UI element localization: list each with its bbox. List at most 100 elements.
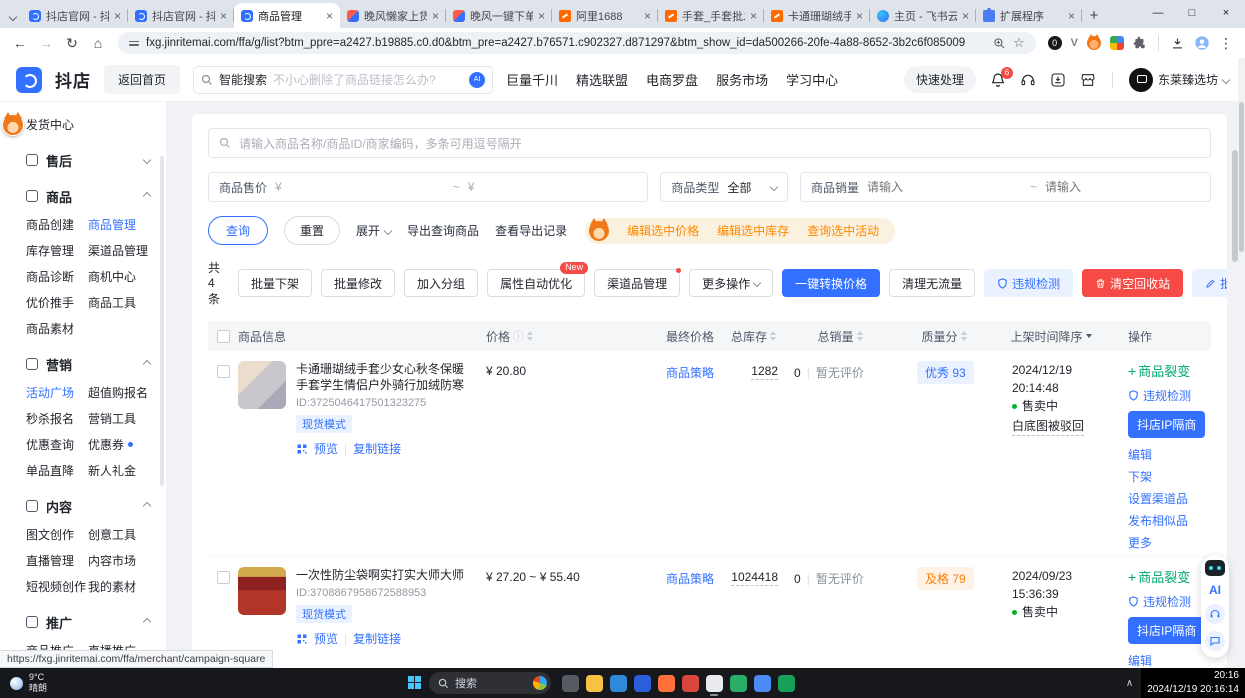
sidebar-item[interactable]: 优惠查询 (26, 436, 88, 453)
clock[interactable]: 20:16 2024/12/19 20:16:14 (1141, 668, 1245, 698)
reload-icon[interactable]: ↻ (60, 31, 84, 55)
smart-search-input[interactable]: 智能搜索 不小心删除了商品链接怎么办? AI (193, 66, 493, 94)
tab-search-chevron-icon[interactable] (9, 13, 17, 21)
tab-close-icon[interactable]: × (1068, 9, 1075, 23)
violation-check-button[interactable]: 违规检测 (984, 269, 1073, 297)
fox-extension-float-icon[interactable] (2, 114, 24, 136)
fox-action-link[interactable]: 编辑选中库存 (717, 222, 789, 239)
taskbar-app-chrome[interactable] (702, 669, 726, 697)
tab-close-icon[interactable]: × (644, 9, 651, 23)
sidebar-item[interactable]: 创意工具 (88, 526, 166, 543)
qr-code-icon[interactable] (296, 633, 308, 645)
product-fission-link[interactable]: +商品裂变 (1128, 567, 1211, 586)
sidebar-item[interactable]: 库存管理 (26, 242, 88, 259)
message-icon[interactable] (1205, 631, 1225, 651)
empty-recycle-button[interactable]: 清空回收站 (1082, 269, 1183, 297)
violation-check-link[interactable]: 违规检测 (1128, 593, 1211, 610)
price-min-input[interactable] (290, 180, 445, 194)
stock-value[interactable]: 1282 (751, 364, 778, 380)
operation-link[interactable]: 编辑 (1128, 446, 1211, 463)
sidebar-item[interactable]: 营销工具 (88, 410, 166, 427)
product-fission-link[interactable]: +商品裂变 (1128, 361, 1211, 380)
ai-badge-icon[interactable]: AI (469, 72, 485, 88)
batch-modify-button[interactable]: 批量修改 (321, 269, 395, 297)
taskbar-app-task-view[interactable] (558, 669, 582, 697)
sidebar-item[interactable]: 商品管理 (88, 216, 166, 233)
product-type-filter[interactable]: 商品类型 全部 (660, 172, 788, 202)
tray-caret-icon[interactable]: ∧ (1126, 678, 1133, 689)
headset-icon[interactable] (1020, 72, 1036, 88)
batch-offshelf-button[interactable]: 批量下架 (238, 269, 312, 297)
close-button[interactable]: × (1209, 0, 1243, 26)
header-nav-item[interactable]: 学习中心 (786, 70, 838, 89)
sidebar-item[interactable]: 渠道品管理 (88, 242, 166, 259)
operation-link[interactable]: 发布相似品 (1128, 512, 1211, 529)
profile-icon[interactable] (1194, 35, 1210, 51)
site-info-icon[interactable] (129, 41, 139, 46)
back-icon[interactable]: ← (8, 31, 32, 55)
expand-toggle[interactable]: 展开 (356, 222, 391, 239)
taskbar-app-app-blue[interactable] (630, 669, 654, 697)
browser-tab[interactable]: 卡通珊瑚绒手套少× (764, 3, 870, 28)
sidebar-item[interactable]: 商品素材 (26, 320, 88, 337)
store-icon[interactable] (1080, 72, 1096, 88)
headset-icon[interactable] (1205, 604, 1225, 624)
sidebar-item[interactable]: 商机中心 (88, 268, 166, 285)
product-title[interactable]: 卡通珊瑚绒手套少女心秋冬保暖手套学生情侣户外骑行加绒防寒手套 (296, 361, 474, 393)
minimize-button[interactable]: — (1141, 0, 1175, 26)
fox-action-link[interactable]: 查询选中活动 (807, 222, 879, 239)
extensions-puzzle-icon[interactable] (1133, 36, 1147, 50)
sidebar-item[interactable]: 优价推手 (26, 294, 88, 311)
tab-close-icon[interactable]: × (856, 9, 863, 23)
ip-merchant-button[interactable]: 抖店IP隔商 (1128, 617, 1205, 644)
taskbar-app-finance-green[interactable] (774, 669, 798, 697)
tab-close-icon[interactable]: × (432, 9, 439, 23)
export-log-link[interactable]: 查看导出记录 (495, 222, 567, 239)
sidebar-item-delivery-center[interactable]: 发货中心 (0, 110, 166, 135)
v-ext-icon[interactable]: V (1071, 37, 1078, 49)
taskbar-weather[interactable]: 9°C晴朗 (0, 672, 57, 694)
forward-icon[interactable]: → (34, 31, 58, 55)
browser-tab[interactable]: 扩展程序× (976, 3, 1082, 28)
copy-link[interactable]: 复制链接 (353, 630, 401, 647)
sidebar-item[interactable]: 商品工具 (88, 294, 166, 311)
chevron-down-icon[interactable] (143, 156, 151, 164)
taskbar-search[interactable]: 搜索 (429, 672, 551, 694)
info-icon[interactable]: ⓘ (513, 328, 524, 344)
window-scrollbar[interactable] (1238, 58, 1245, 668)
product-title[interactable]: 一次性防尘袋啊实打实大师大师 (296, 567, 474, 583)
sidebar-group-header[interactable]: 售后 (0, 149, 166, 171)
sidebar-group-header[interactable]: 商品 (0, 185, 166, 207)
taskbar-app-wechat[interactable] (726, 669, 750, 697)
qr-code-icon[interactable] (296, 443, 308, 455)
browser-tab[interactable]: 晚风懒家上货× (340, 3, 446, 28)
page-zoom-icon[interactable] (993, 37, 1006, 50)
windows-start-icon[interactable] (408, 676, 422, 690)
reset-button[interactable]: 重置 (284, 216, 340, 245)
sidebar-item[interactable]: 我的素材 (88, 578, 166, 595)
browser-tab[interactable]: 商品管理× (234, 3, 340, 28)
browser-tab[interactable]: 手套_手套批发_手× (658, 3, 764, 28)
strategy-link[interactable]: 商品策略 (666, 366, 714, 380)
chevron-up-icon[interactable] (143, 192, 151, 200)
downloads-icon[interactable] (1170, 36, 1185, 51)
taskbar-app-file-explorer[interactable] (582, 669, 606, 697)
sidebar-scrollbar[interactable] (160, 156, 164, 486)
preview-link[interactable]: 预览 (314, 630, 338, 647)
taskbar-app-app-red[interactable] (678, 669, 702, 697)
ai-robot-icon[interactable] (1205, 560, 1225, 576)
channel-mgmt-button[interactable]: 渠道品管理 (594, 269, 680, 297)
menu-icon[interactable]: ⋮ (1219, 35, 1233, 52)
browser-tab[interactable]: 晚风一键下单 - 安× (446, 3, 552, 28)
price-max-input[interactable] (482, 180, 637, 194)
sidebar-group-header[interactable]: 推广 (0, 611, 166, 633)
header-nav-item[interactable]: 电商罗盘 (646, 70, 698, 89)
notification-bell-icon[interactable]: 6 (990, 72, 1006, 88)
row-checkbox[interactable] (217, 365, 230, 378)
sort-icon[interactable] (961, 331, 967, 341)
strategy-link[interactable]: 商品策略 (666, 572, 714, 586)
row-checkbox[interactable] (217, 571, 230, 584)
clean-traffic-button[interactable]: 清理无流量 (889, 269, 975, 297)
new-tab-button[interactable]: + (1082, 7, 1106, 24)
preview-link[interactable]: 预览 (314, 440, 338, 457)
